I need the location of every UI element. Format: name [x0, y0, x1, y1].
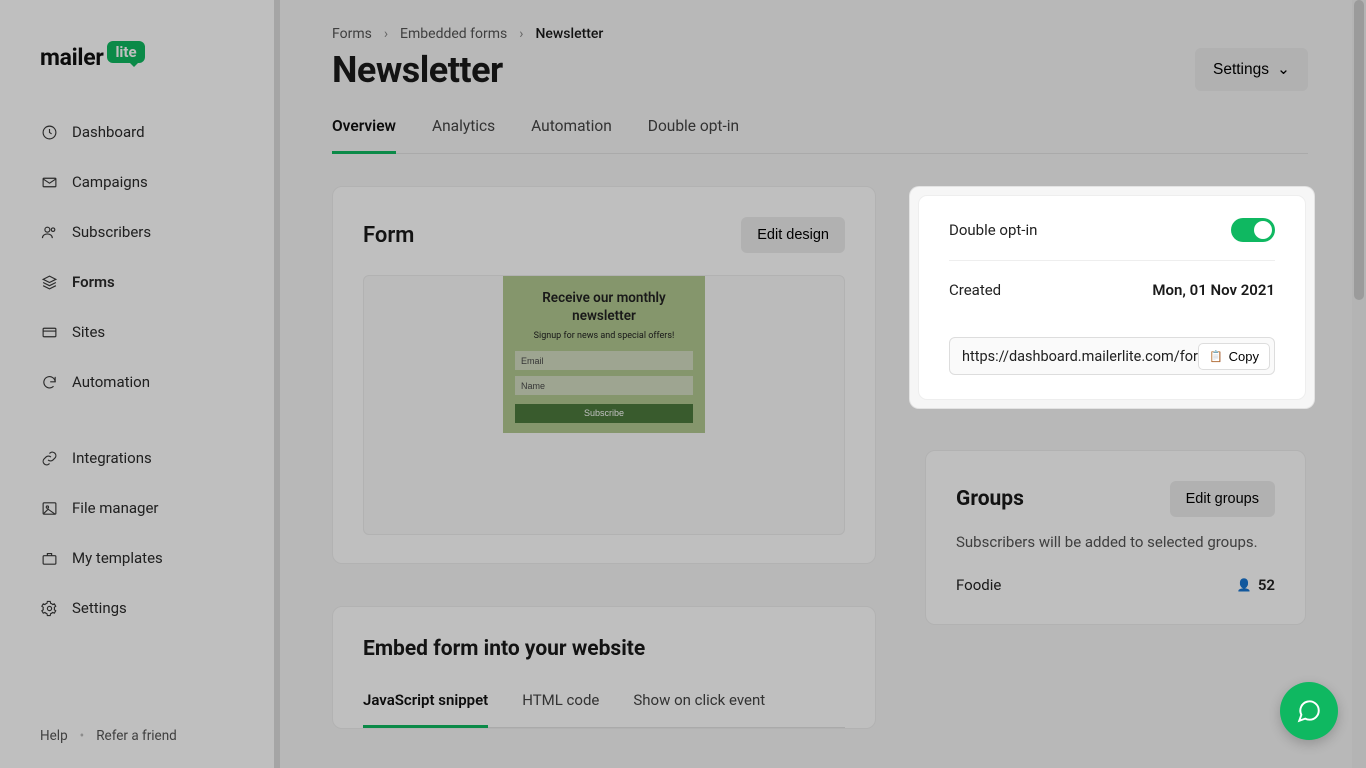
embed-card: Embed form into your website JavaScript … — [332, 606, 876, 729]
chevron-down-icon: ⌄ — [1277, 60, 1290, 79]
logo-badge: lite — [107, 41, 144, 63]
group-name: Foodie — [956, 576, 1001, 594]
groups-heading: Groups — [956, 487, 1024, 511]
breadcrumb: Forms › Embedded forms › Newsletter — [332, 26, 1308, 42]
logo-wordmark: mailer — [40, 44, 103, 71]
sidebar-item-sites[interactable]: Sites — [0, 307, 280, 357]
info-card-highlight: Double opt-in Created Mon, 01 Nov 2021 h… — [910, 187, 1314, 408]
gear-icon — [40, 599, 58, 617]
preview-subtitle: Signup for news and special offers! — [513, 331, 695, 341]
breadcrumb-current: Newsletter — [535, 26, 603, 42]
refresh-icon — [40, 373, 58, 391]
tab-double-opt-in[interactable]: Double opt-in — [648, 107, 739, 154]
chat-button[interactable] — [1280, 682, 1338, 740]
user-icon: 👤 — [1237, 578, 1252, 592]
chevron-right-icon: › — [519, 26, 523, 42]
tab-automation[interactable]: Automation — [531, 107, 612, 154]
tab-analytics[interactable]: Analytics — [432, 107, 495, 154]
sidebar-item-file-manager[interactable]: File manager — [0, 483, 280, 533]
embed-tab-html[interactable]: HTML code — [522, 679, 599, 728]
main-nav: Dashboard Campaigns Subscribers Forms Si… — [0, 101, 280, 718]
sidebar-item-forms[interactable]: Forms — [0, 257, 280, 307]
embed-tab-show-on-click[interactable]: Show on click event — [633, 679, 765, 728]
link-icon — [40, 449, 58, 467]
copy-button[interactable]: 📋 Copy — [1198, 343, 1270, 370]
groups-card: Groups Edit groups Subscribers will be a… — [925, 450, 1306, 625]
breadcrumb-forms[interactable]: Forms — [332, 26, 372, 42]
image-icon — [40, 499, 58, 517]
page-tabs: Overview Analytics Automation Double opt… — [332, 107, 1308, 154]
credit-card-icon — [40, 323, 58, 341]
share-url-text: https://dashboard.mailerlite.com/forms/… — [950, 348, 1198, 365]
groups-description: Subscribers will be added to selected gr… — [956, 531, 1275, 554]
sidebar-item-my-templates[interactable]: My templates — [0, 533, 280, 583]
group-row: Foodie 👤 52 — [956, 576, 1275, 594]
page-scrollbar-thumb[interactable] — [1354, 0, 1364, 300]
double-opt-in-label: Double opt-in — [949, 221, 1037, 239]
form-card: Form Edit design Receive our monthly new… — [332, 186, 876, 564]
page-scrollbar-track — [1352, 0, 1366, 768]
sidebar-item-label: Campaigns — [72, 173, 148, 191]
clock-icon — [40, 123, 58, 141]
created-label: Created — [949, 281, 1001, 299]
clipboard-icon: 📋 — [1209, 350, 1223, 363]
preview-title: Receive our monthly newsletter — [513, 290, 695, 325]
page-title: Newsletter — [332, 49, 503, 91]
help-link[interactable]: Help — [40, 728, 68, 744]
sidebar-item-label: Subscribers — [72, 223, 151, 241]
sidebar-item-label: Settings — [72, 599, 127, 617]
form-preview: Receive our monthly newsletter Signup fo… — [363, 275, 845, 535]
chat-icon — [1296, 698, 1322, 724]
refer-link[interactable]: Refer a friend — [96, 728, 177, 744]
edit-design-button[interactable]: Edit design — [741, 217, 845, 253]
separator-dot: • — [80, 728, 85, 744]
preview-subscribe-button[interactable]: Subscribe — [515, 404, 693, 423]
briefcase-icon — [40, 549, 58, 567]
breadcrumb-embedded-forms[interactable]: Embedded forms — [400, 26, 507, 42]
embed-tab-javascript[interactable]: JavaScript snippet — [363, 679, 488, 728]
logo[interactable]: mailer lite — [0, 44, 280, 101]
share-url-field[interactable]: https://dashboard.mailerlite.com/forms/…… — [949, 337, 1275, 375]
sidebar-item-label: My templates — [72, 549, 163, 567]
sidebar-item-label: Automation — [72, 373, 150, 391]
layers-icon — [40, 273, 58, 291]
users-icon — [40, 223, 58, 241]
chevron-right-icon: › — [384, 26, 388, 42]
sidebar-item-integrations[interactable]: Integrations — [0, 433, 280, 483]
form-preview-content: Receive our monthly newsletter Signup fo… — [503, 276, 705, 433]
sidebar-item-label: Forms — [72, 273, 115, 291]
sidebar-item-label: Integrations — [72, 449, 152, 467]
preview-email-input[interactable] — [515, 351, 693, 370]
tab-overview[interactable]: Overview — [332, 107, 396, 154]
edit-groups-button[interactable]: Edit groups — [1170, 481, 1275, 517]
embed-card-heading: Embed form into your website — [363, 637, 845, 661]
sidebar-item-automation[interactable]: Automation — [0, 357, 280, 407]
created-value: Mon, 01 Nov 2021 — [1152, 281, 1275, 299]
sidebar-item-settings[interactable]: Settings — [0, 583, 280, 633]
copy-button-label: Copy — [1229, 349, 1259, 364]
sidebar-item-label: Sites — [72, 323, 105, 341]
settings-button-label: Settings — [1213, 61, 1269, 79]
sidebar: mailer lite Dashboard Campaigns Subscrib… — [0, 0, 280, 768]
sidebar-item-campaigns[interactable]: Campaigns — [0, 157, 280, 207]
sidebar-item-subscribers[interactable]: Subscribers — [0, 207, 280, 257]
sidebar-footer: Help • Refer a friend — [0, 718, 280, 768]
embed-tabs: JavaScript snippet HTML code Show on cli… — [363, 679, 845, 728]
group-count: 52 — [1258, 576, 1275, 594]
preview-name-input[interactable] — [515, 376, 693, 395]
sidebar-item-label: Dashboard — [72, 123, 145, 141]
double-opt-in-toggle[interactable] — [1231, 218, 1275, 242]
sidebar-item-label: File manager — [72, 499, 158, 517]
sidebar-item-dashboard[interactable]: Dashboard — [0, 107, 280, 157]
mail-icon — [40, 173, 58, 191]
form-card-heading: Form — [363, 223, 414, 248]
settings-button[interactable]: Settings ⌄ — [1195, 48, 1308, 91]
info-card: Double opt-in Created Mon, 01 Nov 2021 h… — [918, 195, 1306, 400]
